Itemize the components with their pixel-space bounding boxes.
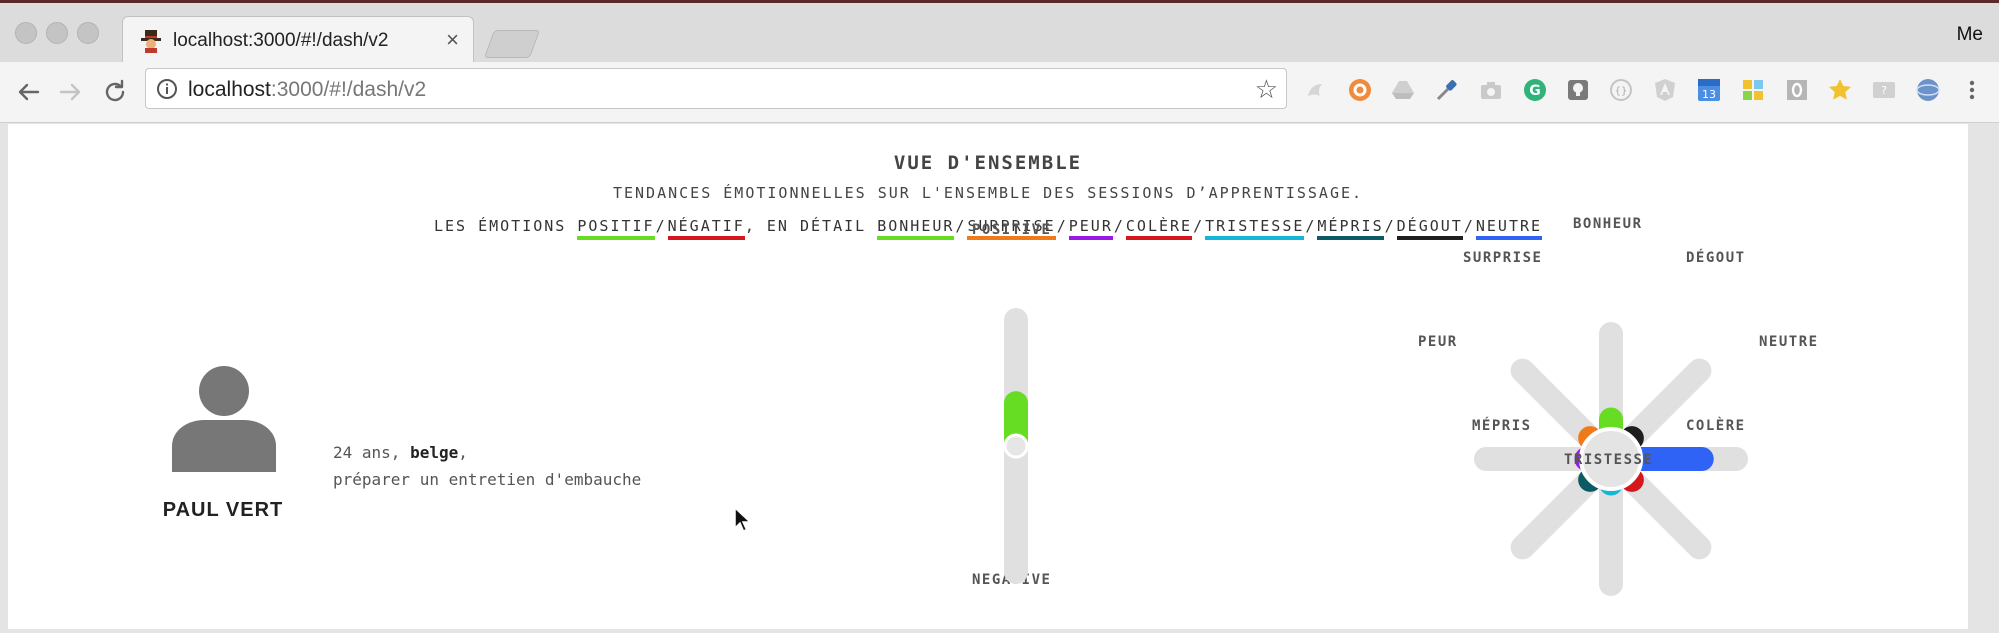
tiles-icon[interactable] bbox=[1740, 77, 1766, 103]
user-goal: préparer un entretien d'embauche bbox=[333, 470, 642, 489]
user-nationality: belge bbox=[410, 443, 459, 462]
legend-separator: / bbox=[955, 217, 967, 235]
idea-icon[interactable] bbox=[1565, 77, 1591, 103]
legend-tristesse: TRISTESSE bbox=[1205, 217, 1305, 240]
radial-label-bonheur: BONHEUR bbox=[1573, 216, 1643, 232]
radial-label-peur: PEUR bbox=[1418, 334, 1458, 350]
bookmark-star-icon[interactable]: ☆ bbox=[1255, 75, 1278, 103]
json-icon[interactable]: {} bbox=[1608, 77, 1634, 103]
user-name: PAUL VERT bbox=[162, 499, 284, 521]
legend-separator: / bbox=[1384, 217, 1396, 235]
user-avatar-icon bbox=[172, 366, 276, 472]
new-tab-button[interactable] bbox=[483, 30, 541, 58]
legend-middle: , EN DÉTAIL bbox=[744, 217, 867, 235]
legend-negatif: NÉGATIF bbox=[667, 217, 745, 240]
legend-prefix: LES ÉMOTIONS bbox=[433, 217, 567, 235]
svg-text:{}: {} bbox=[1615, 86, 1628, 97]
legend-separator: / bbox=[1193, 217, 1205, 235]
gauge-positive-label: POSITIVE bbox=[972, 222, 1052, 238]
radial-label-mepris: MÉPRIS bbox=[1472, 418, 1532, 434]
page-title: VUE D'ENSEMBLE bbox=[893, 152, 1083, 174]
calendar-icon[interactable]: 13 bbox=[1696, 77, 1722, 103]
lastpass-icon[interactable] bbox=[1347, 77, 1373, 103]
radial-label-degout: DÉGOUT bbox=[1686, 250, 1746, 266]
forward-icon[interactable] bbox=[55, 76, 87, 108]
legend-mepris: MÉPRIS bbox=[1317, 217, 1384, 240]
profile-button[interactable]: Me bbox=[1957, 24, 1983, 46]
star-icon[interactable] bbox=[1827, 77, 1853, 103]
page-subtitle: TENDANCES ÉMOTIONNELLES SUR L'ENSEMBLE D… bbox=[612, 184, 1364, 202]
mouse-cursor-icon bbox=[734, 506, 752, 533]
tab-title: localhost:3000/#!/dash/v2 bbox=[173, 30, 389, 51]
svg-text:?: ? bbox=[1881, 84, 1887, 97]
legend-separator: / bbox=[1305, 217, 1317, 235]
legend-degout: DÉGOUT bbox=[1396, 217, 1463, 240]
url-text[interactable]: localhost:3000/#!/dash/v2 bbox=[188, 78, 426, 102]
info-icon[interactable] bbox=[156, 78, 178, 100]
gyazo-icon[interactable] bbox=[1302, 77, 1328, 103]
svg-text:G: G bbox=[1529, 83, 1541, 99]
legend-neutre: NEUTRE bbox=[1475, 217, 1543, 240]
legend-positif: POSITIF bbox=[577, 217, 655, 240]
drive-icon[interactable] bbox=[1390, 77, 1416, 103]
legend-separator: / bbox=[1113, 217, 1125, 235]
radial-label-tristesse: TRISTESSE bbox=[1564, 452, 1654, 468]
radial-label-neutre: NEUTRE bbox=[1759, 334, 1819, 350]
tab-strip: localhost:3000/#!/dash/v2 × Me bbox=[0, 3, 1999, 65]
angular-icon[interactable] bbox=[1652, 77, 1678, 103]
minimize-window-button[interactable] bbox=[46, 22, 68, 44]
menu-kebab-icon[interactable] bbox=[1959, 77, 1985, 103]
user-age: 24 ans bbox=[333, 443, 391, 462]
url-path: :3000/#!/dash/v2 bbox=[270, 78, 427, 101]
url-host: localhost bbox=[188, 78, 271, 101]
radial-label-colere: COLÈRE bbox=[1686, 418, 1746, 434]
reload-icon[interactable] bbox=[99, 76, 131, 108]
translate-icon[interactable]: ? bbox=[1871, 77, 1897, 103]
legend-colere: COLÈRE bbox=[1125, 217, 1193, 240]
legend-separator: / bbox=[1463, 217, 1475, 235]
back-icon[interactable] bbox=[12, 76, 44, 108]
active-tab[interactable]: localhost:3000/#!/dash/v2 × bbox=[122, 16, 474, 65]
calendar-day: 13 bbox=[1702, 88, 1716, 101]
camera-icon[interactable] bbox=[1478, 77, 1504, 103]
zero-icon[interactable] bbox=[1784, 77, 1810, 103]
globe-icon[interactable] bbox=[1915, 77, 1941, 103]
close-window-button[interactable] bbox=[15, 22, 37, 44]
close-tab-icon[interactable]: × bbox=[446, 27, 459, 53]
hat-favicon-icon bbox=[141, 30, 161, 53]
radial-label-surprise: SURPRISE bbox=[1463, 250, 1543, 266]
eyedropper-icon[interactable] bbox=[1434, 77, 1460, 103]
gauge-center-knob bbox=[1003, 433, 1029, 459]
dashboard-page: VUE D'ENSEMBLE TENDANCES ÉMOTIONNELLES S… bbox=[8, 124, 1968, 629]
browser-toolbar: localhost:3000/#!/dash/v2 ☆ G {} 13 ? bbox=[0, 62, 1999, 123]
legend-bonheur: BONHEUR bbox=[877, 217, 955, 240]
address-bar[interactable]: localhost:3000/#!/dash/v2 ☆ bbox=[145, 68, 1287, 109]
legend-peur: PEUR bbox=[1068, 217, 1113, 240]
valence-gauge bbox=[1003, 308, 1029, 584]
zoom-window-button[interactable] bbox=[77, 22, 99, 44]
user-details: 24 ans, belge, bbox=[333, 443, 468, 462]
grammarly-icon[interactable]: G bbox=[1522, 77, 1548, 103]
legend-separator: / bbox=[1056, 217, 1068, 235]
